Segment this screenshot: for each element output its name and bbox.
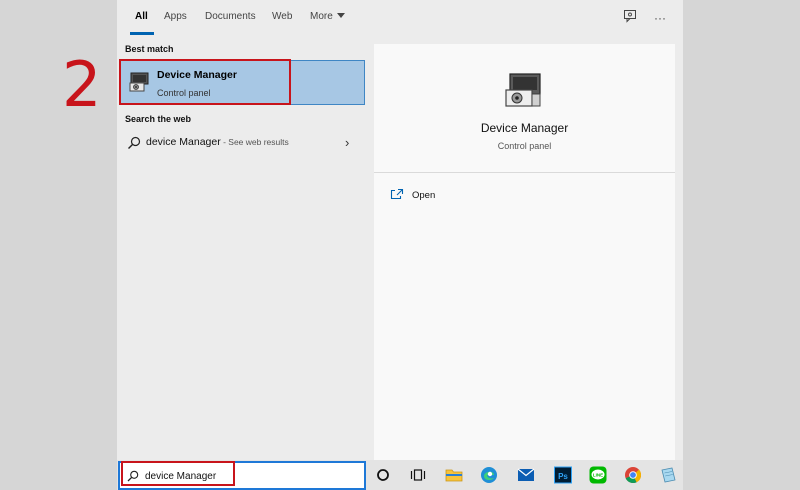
chrome-icon [625,467,642,484]
notepad-icon [661,467,676,483]
open-icon [390,188,404,200]
tab-web[interactable]: Web [272,11,292,22]
search-tabs: All Apps Documents Web More ··· [117,0,683,36]
web-result-item[interactable]: device Manager - See web results › [119,131,365,155]
web-result-text: device Manager - See web results [146,136,289,148]
line-button[interactable]: LINE [588,465,608,485]
mail-icon [517,468,535,481]
active-tab-indicator [130,32,154,35]
line-text: LINE [593,473,603,478]
feedback-icon [624,10,636,23]
preview-subtitle: Control panel [497,141,552,151]
chrome-button[interactable] [623,465,643,485]
tab-more-label: More [310,11,333,22]
task-view-button[interactable] [408,465,428,485]
best-match-label: Best match [125,44,174,54]
tab-all[interactable]: All [135,11,148,22]
preview-title: Device Manager [480,121,569,135]
file-explorer-button[interactable] [444,465,464,485]
edge-icon [481,467,497,483]
chevron-right-icon: › [345,135,350,150]
highlight-box-search [121,461,235,486]
line-icon: LINE [589,466,607,484]
cortana-button[interactable] [373,465,393,485]
task-view-icon [410,469,426,481]
photoshop-text: Ps [558,472,568,481]
tab-documents[interactable]: Documents [205,11,256,22]
photoshop-button[interactable]: Ps [553,465,573,485]
edge-button[interactable] [479,465,499,485]
mail-button[interactable] [516,465,536,485]
more-options-button[interactable]: ··· [651,9,669,27]
web-suffix: - See web results [220,137,289,147]
notepad-button[interactable] [658,465,678,485]
device-manager-large-icon [505,73,541,107]
web-query: device Manager [146,136,221,148]
highlight-box-best-match [119,59,291,105]
cortana-icon [377,469,389,481]
step-2-annotation: 2 [62,48,102,121]
file-explorer-icon [445,469,463,482]
feedback-button[interactable] [621,9,639,27]
search-icon [128,136,141,149]
tab-apps[interactable]: Apps [164,11,187,22]
preview-divider [374,172,675,173]
search-web-label: Search the web [125,114,192,124]
tab-more[interactable]: More [310,11,345,22]
caret-down-icon [336,13,345,18]
photoshop-icon: Ps [554,466,572,484]
preview-pane: Device Manager Control panel Open [374,44,675,460]
open-label: Open [412,190,436,201]
open-button[interactable]: Open [390,186,510,206]
